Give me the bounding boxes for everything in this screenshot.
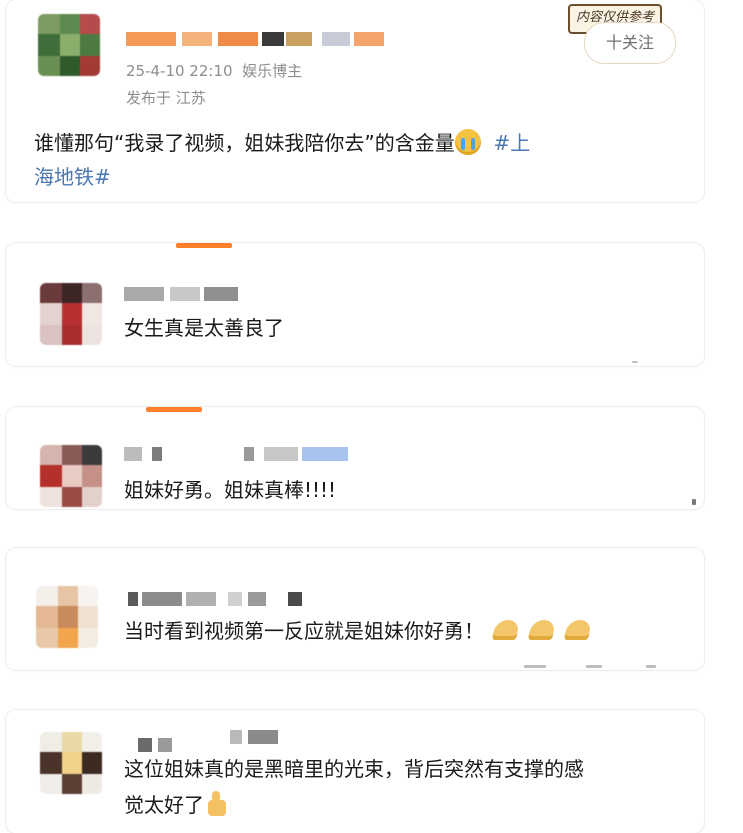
praying-hands-icon — [562, 618, 594, 642]
hashtag-link-continued[interactable]: 海地铁# — [34, 162, 111, 192]
comment-card: 这位姐妹真的是黑暗里的光束，背后突然有支撑的感 觉太好了 — [6, 710, 704, 833]
follow-button[interactable]: 十关注 — [584, 22, 676, 64]
card-edge-mark — [632, 361, 638, 363]
comment-avatar[interactable] — [36, 586, 98, 648]
comment-author-name-redacted[interactable] — [124, 447, 354, 467]
post-category: 娱乐博主 — [242, 62, 303, 80]
comment-text: 这位姐妹真的是黑暗里的光束，背后突然有支撑的感 — [124, 757, 584, 781]
card-edge-mark — [646, 665, 656, 668]
praying-hands-icon — [526, 618, 558, 642]
comment-avatar[interactable] — [40, 732, 102, 794]
comment-avatar[interactable] — [40, 283, 102, 345]
post-timestamp: 25-4-10 22:10 娱乐博主 — [126, 62, 303, 80]
comment-text: 当时看到视频第一反应就是姐妹你好勇！ — [124, 616, 598, 646]
hashtag-link[interactable]: #上 — [493, 131, 530, 155]
comment-text-continued: 觉太好了 — [124, 790, 232, 820]
post-author-name-redacted[interactable] — [126, 32, 386, 52]
post-author-avatar[interactable] — [38, 14, 100, 76]
comment-author-name-redacted[interactable] — [124, 287, 254, 307]
card-edge-mark — [524, 665, 546, 668]
comment-author-name-redacted[interactable] — [138, 730, 298, 752]
card-accent-bar — [146, 407, 202, 412]
card-edge-mark — [692, 499, 696, 505]
comment-avatar[interactable] — [40, 445, 102, 507]
post-card: 25-4-10 22:10 娱乐博主 发布于 江苏 内容仅供参考 十关注 谁懂那… — [6, 0, 704, 202]
card-accent-bar — [176, 243, 232, 248]
comment-text: 女生真是太善良了 — [124, 316, 284, 340]
comment-card: 当时看到视频第一反应就是姐妹你好勇！ — [6, 548, 704, 670]
post-location: 发布于 江苏 — [126, 89, 206, 107]
comment-author-name-redacted[interactable] — [128, 592, 318, 612]
cry-face-icon — [454, 129, 481, 155]
comment-card: 女生真是太善良了 — [6, 243, 704, 366]
post-body: 谁懂那句“我录了视频，姐妹我陪你去”的含金量 #上 — [34, 129, 531, 155]
comment-card: 姐妹好勇。姐妹真棒!!!! — [6, 407, 704, 509]
comment-text: 姐妹好勇。姐妹真棒!!!! — [124, 478, 337, 502]
praying-hands-icon — [490, 618, 522, 642]
card-edge-mark — [586, 665, 602, 668]
thumbs-up-icon — [204, 790, 232, 818]
